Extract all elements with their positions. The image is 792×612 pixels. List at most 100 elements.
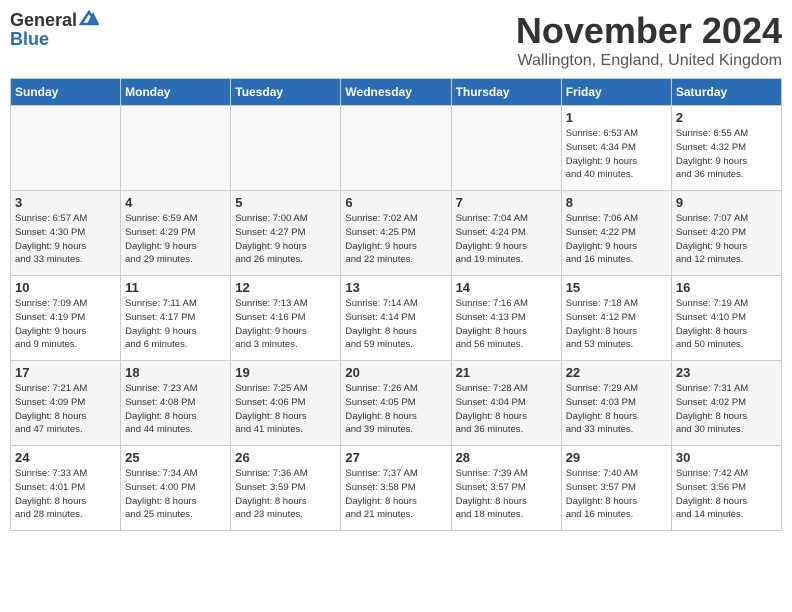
calendar-cell: 3Sunrise: 6:57 AM Sunset: 4:30 PM Daylig… <box>11 191 121 276</box>
day-info: Sunrise: 7:29 AM Sunset: 4:03 PM Dayligh… <box>566 382 667 437</box>
col-header-tuesday: Tuesday <box>231 79 341 106</box>
day-info: Sunrise: 7:21 AM Sunset: 4:09 PM Dayligh… <box>15 382 116 437</box>
calendar-cell: 5 Sunrise: 7:00 AM Sunset: 4:27 PM Daylig… <box>231 191 341 276</box>
day-number: 7 <box>456 195 557 210</box>
calendar-cell: 25 Sunrise: 7:34 AM Sunset: 4:00 PM Dayli… <box>121 446 231 531</box>
calendar-cell: 1Sunrise: 6:53 AM Sunset: 4:34 PM Daylig… <box>561 106 671 191</box>
day-number: 24 <box>15 450 116 465</box>
day-info: Sunrise: 7:04 AM Sunset: 4:24 PM Dayligh… <box>456 212 557 267</box>
day-info: Sunrise: 7:26 AM Sunset: 4:05 PM Dayligh… <box>345 382 446 437</box>
calendar-cell <box>451 106 561 191</box>
day-number: 5 <box>235 195 336 210</box>
calendar-cell: 18 Sunrise: 7:23 AM Sunset: 4:08 PM Dayli… <box>121 361 231 446</box>
day-number: 11 <box>125 280 226 295</box>
day-number: 17 <box>15 365 116 380</box>
col-header-sunday: Sunday <box>11 79 121 106</box>
day-info: Sunrise: 7:23 AM Sunset: 4:08 PM Dayligh… <box>125 382 226 437</box>
day-number: 28 <box>456 450 557 465</box>
day-number: 16 <box>676 280 777 295</box>
calendar-cell: 9 Sunrise: 7:07 AM Sunset: 4:20 PM Daylig… <box>671 191 781 276</box>
day-info: Sunrise: 7:13 AM Sunset: 4:16 PM Dayligh… <box>235 297 336 352</box>
day-number: 30 <box>676 450 777 465</box>
day-info: Sunrise: 7:37 AM Sunset: 3:58 PM Dayligh… <box>345 467 446 522</box>
calendar-cell: 27 Sunrise: 7:37 AM Sunset: 3:58 PM Dayli… <box>341 446 451 531</box>
day-number: 21 <box>456 365 557 380</box>
col-header-monday: Monday <box>121 79 231 106</box>
day-info: Sunrise: 7:31 AM Sunset: 4:02 PM Dayligh… <box>676 382 777 437</box>
day-info: Sunrise: 7:14 AM Sunset: 4:14 PM Dayligh… <box>345 297 446 352</box>
day-info: Sunrise: 7:33 AM Sunset: 4:01 PM Dayligh… <box>15 467 116 522</box>
day-info: Sunrise: 7:06 AM Sunset: 4:22 PM Dayligh… <box>566 212 667 267</box>
day-number: 27 <box>345 450 446 465</box>
day-info: Sunrise: 7:34 AM Sunset: 4:00 PM Dayligh… <box>125 467 226 522</box>
day-info: Sunrise: 6:59 AM Sunset: 4:29 PM Dayligh… <box>125 212 226 267</box>
day-info: Sunrise: 7:07 AM Sunset: 4:20 PM Dayligh… <box>676 212 777 267</box>
day-number: 25 <box>125 450 226 465</box>
day-info: Sunrise: 7:16 AM Sunset: 4:13 PM Dayligh… <box>456 297 557 352</box>
day-number: 18 <box>125 365 226 380</box>
calendar-cell: 6 Sunrise: 7:02 AM Sunset: 4:25 PM Daylig… <box>341 191 451 276</box>
logo-line2: Blue <box>10 29 49 50</box>
calendar-week-row: 24 Sunrise: 7:33 AM Sunset: 4:01 PM Dayli… <box>11 446 782 531</box>
logo-arrow-icon <box>79 10 101 26</box>
calendar-cell <box>11 106 121 191</box>
day-number: 12 <box>235 280 336 295</box>
day-number: 2 <box>676 110 777 125</box>
calendar-cell: 29 Sunrise: 7:40 AM Sunset: 3:57 PM Dayli… <box>561 446 671 531</box>
day-number: 13 <box>345 280 446 295</box>
calendar-cell: 20 Sunrise: 7:26 AM Sunset: 4:05 PM Dayli… <box>341 361 451 446</box>
month-title: November 2024 <box>516 10 782 52</box>
calendar-cell: 28 Sunrise: 7:39 AM Sunset: 3:57 PM Dayli… <box>451 446 561 531</box>
day-number: 4 <box>125 195 226 210</box>
day-number: 9 <box>676 195 777 210</box>
calendar-cell <box>231 106 341 191</box>
calendar-week-row: 10 Sunrise: 7:09 AM Sunset: 4:19 PM Dayli… <box>11 276 782 361</box>
calendar-cell: 11 Sunrise: 7:11 AM Sunset: 4:17 PM Dayli… <box>121 276 231 361</box>
day-info: Sunrise: 7:11 AM Sunset: 4:17 PM Dayligh… <box>125 297 226 352</box>
col-header-wednesday: Wednesday <box>341 79 451 106</box>
day-number: 1 <box>566 110 667 125</box>
day-info: Sunrise: 6:57 AM Sunset: 4:30 PM Dayligh… <box>15 212 116 267</box>
calendar-cell: 10 Sunrise: 7:09 AM Sunset: 4:19 PM Dayli… <box>11 276 121 361</box>
day-number: 14 <box>456 280 557 295</box>
day-info: Sunrise: 7:19 AM Sunset: 4:10 PM Dayligh… <box>676 297 777 352</box>
calendar-cell: 22 Sunrise: 7:29 AM Sunset: 4:03 PM Dayli… <box>561 361 671 446</box>
day-number: 15 <box>566 280 667 295</box>
day-info: Sunrise: 7:42 AM Sunset: 3:56 PM Dayligh… <box>676 467 777 522</box>
calendar-cell: 19Sunrise: 7:25 AM Sunset: 4:06 PM Dayli… <box>231 361 341 446</box>
logo-line1: General <box>10 10 101 31</box>
calendar-cell: 30 Sunrise: 7:42 AM Sunset: 3:56 PM Dayli… <box>671 446 781 531</box>
calendar-week-row: 3Sunrise: 6:57 AM Sunset: 4:30 PM Daylig… <box>11 191 782 276</box>
day-number: 10 <box>15 280 116 295</box>
calendar-cell: 13 Sunrise: 7:14 AM Sunset: 4:14 PM Dayli… <box>341 276 451 361</box>
day-number: 20 <box>345 365 446 380</box>
calendar-cell: 17 Sunrise: 7:21 AM Sunset: 4:09 PM Dayli… <box>11 361 121 446</box>
calendar-cell: 7 Sunrise: 7:04 AM Sunset: 4:24 PM Daylig… <box>451 191 561 276</box>
calendar-cell: 16 Sunrise: 7:19 AM Sunset: 4:10 PM Dayli… <box>671 276 781 361</box>
day-number: 19 <box>235 365 336 380</box>
col-header-thursday: Thursday <box>451 79 561 106</box>
calendar-cell: 26Sunrise: 7:36 AM Sunset: 3:59 PM Dayli… <box>231 446 341 531</box>
day-info: Sunrise: 7:40 AM Sunset: 3:57 PM Dayligh… <box>566 467 667 522</box>
calendar-cell: 23 Sunrise: 7:31 AM Sunset: 4:02 PM Dayli… <box>671 361 781 446</box>
location-subtitle: Wallington, England, United Kingdom <box>516 52 782 70</box>
calendar-cell: 15Sunrise: 7:18 AM Sunset: 4:12 PM Dayli… <box>561 276 671 361</box>
calendar-cell: 8 Sunrise: 7:06 AM Sunset: 4:22 PM Daylig… <box>561 191 671 276</box>
day-info: Sunrise: 7:39 AM Sunset: 3:57 PM Dayligh… <box>456 467 557 522</box>
calendar-cell: 12 Sunrise: 7:13 AM Sunset: 4:16 PM Dayli… <box>231 276 341 361</box>
day-info: Sunrise: 7:36 AM Sunset: 3:59 PM Dayligh… <box>235 467 336 522</box>
day-info: Sunrise: 7:00 AM Sunset: 4:27 PM Dayligh… <box>235 212 336 267</box>
day-number: 6 <box>345 195 446 210</box>
day-info: Sunrise: 6:55 AM Sunset: 4:32 PM Dayligh… <box>676 127 777 182</box>
day-number: 8 <box>566 195 667 210</box>
day-info: Sunrise: 7:28 AM Sunset: 4:04 PM Dayligh… <box>456 382 557 437</box>
calendar-week-row: 1Sunrise: 6:53 AM Sunset: 4:34 PM Daylig… <box>11 106 782 191</box>
day-number: 22 <box>566 365 667 380</box>
calendar-cell: 4 Sunrise: 6:59 AM Sunset: 4:29 PM Daylig… <box>121 191 231 276</box>
day-info: Sunrise: 7:09 AM Sunset: 4:19 PM Dayligh… <box>15 297 116 352</box>
calendar-cell: 21 Sunrise: 7:28 AM Sunset: 4:04 PM Dayli… <box>451 361 561 446</box>
col-header-friday: Friday <box>561 79 671 106</box>
day-number: 29 <box>566 450 667 465</box>
day-info: Sunrise: 7:02 AM Sunset: 4:25 PM Dayligh… <box>345 212 446 267</box>
day-number: 23 <box>676 365 777 380</box>
